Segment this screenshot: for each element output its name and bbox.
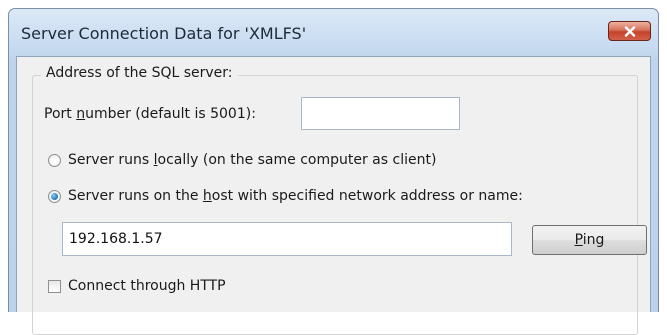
ping-button-label: Ping bbox=[574, 232, 605, 248]
window-title: Server Connection Data for 'XMLFS' bbox=[21, 24, 307, 43]
radio-server-local[interactable]: Server runs locally (on the same compute… bbox=[48, 152, 436, 168]
close-icon bbox=[624, 25, 635, 37]
radio-server-host[interactable]: Server runs on the host with specified n… bbox=[48, 188, 523, 204]
port-number-label: Port number (default is 5001): bbox=[44, 106, 256, 122]
radio-server-host-indicator[interactable] bbox=[48, 189, 61, 203]
groupbox-label: Address of the SQL server: bbox=[41, 65, 238, 81]
radio-server-local-label: Server runs locally (on the same compute… bbox=[68, 152, 437, 168]
port-number-input[interactable] bbox=[301, 97, 460, 130]
ping-button[interactable]: Ping bbox=[532, 225, 647, 255]
close-button[interactable] bbox=[608, 21, 651, 41]
radio-server-local-indicator[interactable] bbox=[48, 153, 61, 167]
connect-http-label: Connect through HTTP bbox=[68, 278, 226, 294]
connect-http-checkbox-box[interactable] bbox=[48, 279, 61, 293]
connect-http-checkbox[interactable]: Connect through HTTP bbox=[48, 278, 226, 294]
dialog-client-area: Address of the SQL server: Port number (… bbox=[16, 56, 651, 335]
radio-server-host-label: Server runs on the host with specified n… bbox=[68, 188, 523, 204]
title-bar[interactable]: Server Connection Data for 'XMLFS' bbox=[9, 9, 658, 57]
host-address-input[interactable] bbox=[62, 222, 512, 256]
dialog-window: Server Connection Data for 'XMLFS' Addre… bbox=[8, 8, 659, 335]
